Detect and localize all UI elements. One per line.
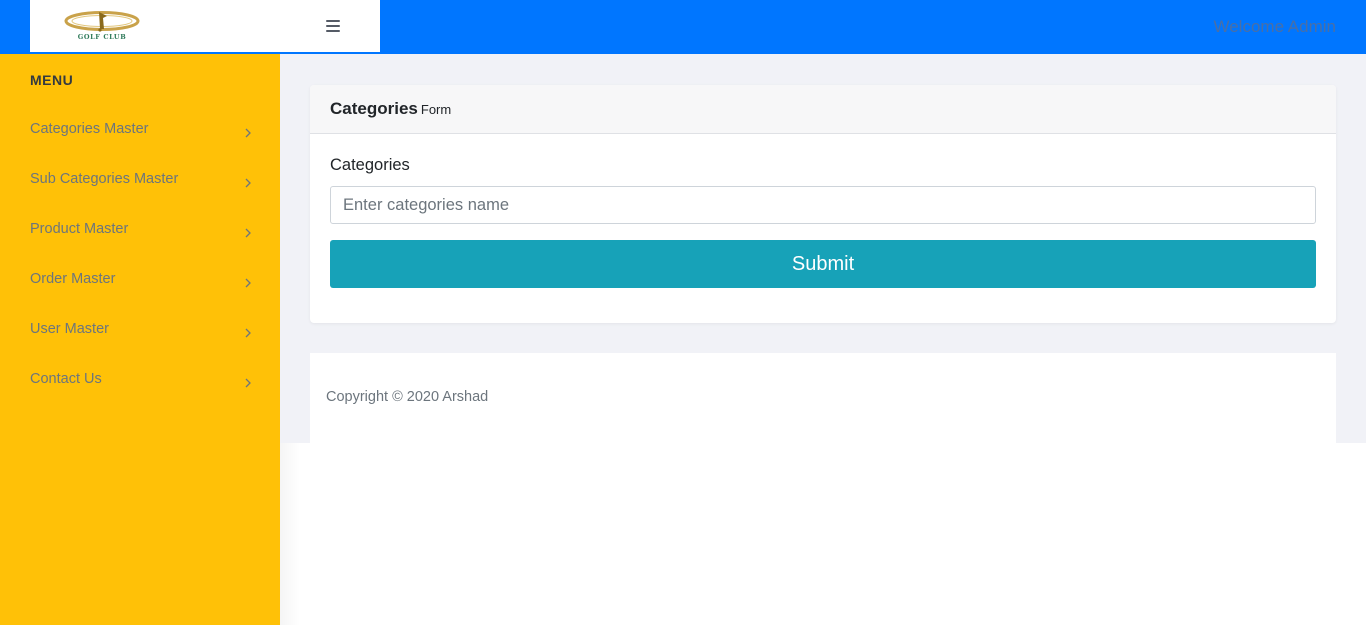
brand-area: GOLF CLUB	[30, 0, 380, 52]
chevron-right-icon	[245, 178, 251, 188]
sidebar-item-product-master[interactable]: Product Master	[0, 210, 280, 260]
sidebar-item-categories-master[interactable]: Categories Master	[0, 110, 280, 160]
chevron-right-icon	[245, 278, 251, 288]
sidebar-item-user-master[interactable]: User Master	[0, 310, 280, 360]
categories-label: Categories	[330, 156, 410, 174]
footer: Copyright © 2020 Arshad	[310, 353, 1336, 443]
top-navbar: GOLF CLUB Welcome Admin	[0, 0, 1366, 54]
sidebar-item-order-master[interactable]: Order Master	[0, 260, 280, 310]
chevron-right-icon	[245, 328, 251, 338]
chevron-right-icon	[245, 378, 251, 388]
submit-button[interactable]: Submit	[330, 240, 1316, 288]
welcome-text: Welcome Admin	[1213, 17, 1336, 36]
chevron-right-icon	[245, 128, 251, 138]
card-header: Categories Form	[310, 85, 1336, 134]
categories-form-card: CategoriesForm Categories Submit	[310, 85, 1336, 323]
chevron-right-icon	[245, 228, 251, 238]
menu-title: MENU	[30, 72, 74, 88]
logo-text: GOLF CLUB	[78, 33, 127, 41]
sidebar-item-sub-categories-master[interactable]: Sub Categories Master	[0, 160, 280, 210]
sidebar-shadow	[280, 443, 300, 625]
categories-input[interactable]	[330, 186, 1316, 224]
sidebar-item-contact-us[interactable]: Contact Us	[0, 360, 280, 410]
sidebar-menu: Categories Master Sub Categories Master …	[0, 110, 280, 410]
sidebar: MENU Categories Master Sub Categories Ma…	[0, 54, 280, 625]
card-subtitle: Form	[420, 102, 452, 117]
hamburger-icon[interactable]	[326, 20, 340, 32]
golf-club-logo[interactable]: GOLF CLUB	[50, 8, 156, 42]
card-title: Categories	[330, 99, 418, 118]
copyright-text: Copyright © 2020 Arshad	[326, 389, 489, 405]
